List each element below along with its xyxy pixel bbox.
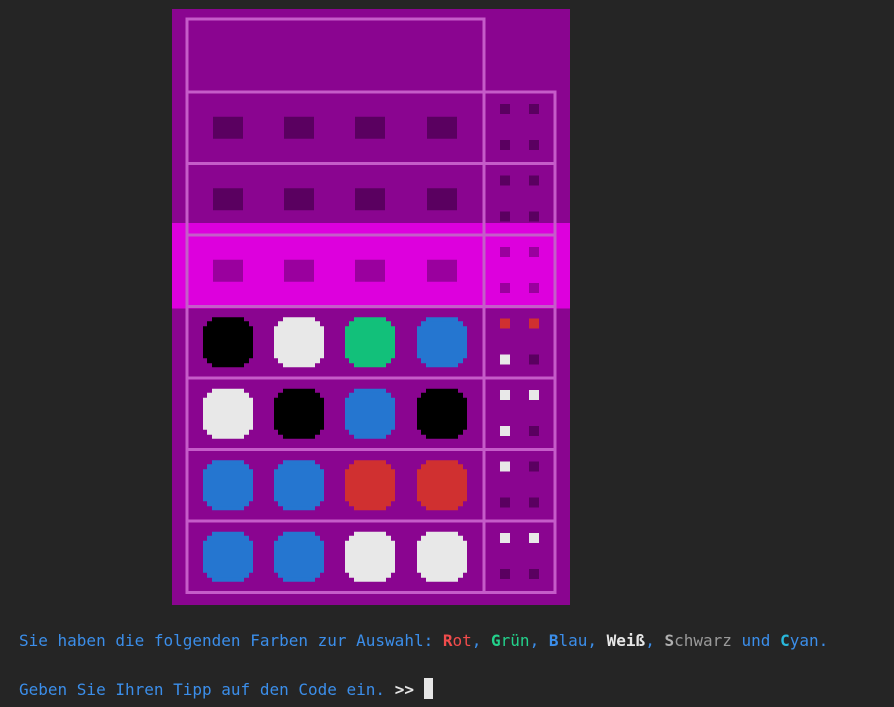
feedback-frame: [482, 448, 557, 523]
feedback-peg: [529, 461, 539, 472]
color-option-separator: ,: [529, 631, 549, 650]
color-option-initial: C: [780, 631, 790, 650]
color-option-initial: G: [491, 631, 501, 650]
feedback-peg: [529, 533, 539, 543]
code-peg: [349, 321, 391, 364]
empty-peg-hole: [213, 259, 243, 282]
empty-peg-hole: [284, 188, 314, 211]
feedback-peg: [500, 569, 510, 579]
feedback-peg: [500, 283, 510, 293]
empty-peg-hole: [355, 188, 385, 211]
feedback-peg: [500, 175, 510, 186]
code-peg: [349, 392, 391, 435]
feedback-peg: [500, 140, 510, 150]
empty-peg-hole: [355, 116, 385, 139]
code-peg: [421, 392, 463, 435]
feedback-peg: [529, 354, 539, 365]
empty-peg-hole: [427, 116, 457, 139]
feedback-peg: [500, 390, 510, 400]
feedback-peg: [500, 318, 510, 329]
feedback-frame: [482, 519, 557, 594]
feedback-peg: [500, 354, 510, 365]
code-peg: [421, 535, 463, 578]
code-peg: [278, 321, 320, 364]
empty-peg-hole: [427, 259, 457, 282]
feedback-peg: [529, 247, 539, 257]
feedback-peg: [529, 211, 539, 222]
feedback-peg: [500, 497, 510, 508]
feedback-peg: [500, 247, 510, 257]
feedback-frame: [482, 376, 557, 451]
text-cursor[interactable]: [423, 678, 433, 699]
code-peg: [349, 464, 391, 507]
color-option-initial: W: [606, 631, 617, 650]
color-option-rest: ot: [452, 631, 472, 650]
empty-peg-hole: [355, 259, 385, 282]
code-peg: [207, 392, 249, 435]
color-option-separator: ,: [645, 631, 665, 650]
code-peg: [207, 321, 249, 364]
empty-peg-hole: [213, 188, 243, 211]
feedback-frame: [482, 90, 557, 165]
color-option: Grün,: [491, 631, 549, 650]
color-option-rest: yan: [789, 631, 819, 650]
color-options-line: Sie haben die folgenden Farben zur Auswa…: [19, 631, 828, 651]
code-peg: [349, 535, 391, 578]
code-peg: [278, 464, 320, 507]
code-peg: [207, 535, 249, 578]
color-option: Weiß,: [607, 631, 665, 650]
code-peg: [421, 464, 463, 507]
feedback-peg: [500, 426, 510, 436]
feedback-peg: [500, 104, 510, 114]
color-option-rest: eiß: [616, 631, 646, 650]
empty-peg-hole: [427, 188, 457, 211]
color-option-separator: ,: [587, 631, 607, 650]
empty-peg-hole: [213, 116, 243, 139]
prompt-marker: >>: [394, 680, 414, 699]
color-options-list: Rot, Grün, Blau, Weiß, Schwarz und Cyan.: [443, 631, 828, 650]
color-option-initial: S: [664, 631, 675, 650]
feedback-peg: [500, 211, 510, 222]
empty-peg-hole: [284, 116, 314, 139]
color-option-rest: chwarz: [674, 631, 732, 650]
code-peg: [278, 392, 320, 435]
feedback-peg: [529, 497, 539, 508]
color-option-rest: lau: [558, 631, 588, 650]
color-option: Rot,: [443, 631, 491, 650]
feedback-peg: [529, 318, 539, 329]
color-option-separator: ,: [471, 631, 492, 650]
color-option: Blau,: [549, 631, 607, 650]
feedback-peg: [500, 533, 510, 543]
empty-peg-hole: [284, 259, 314, 282]
feedback-peg: [529, 390, 539, 400]
feedback-peg: [529, 140, 539, 150]
feedback-peg: [529, 104, 539, 114]
code-peg: [421, 321, 463, 364]
feedback-peg: [529, 283, 539, 293]
feedback-peg: [529, 175, 539, 186]
code-peg: [207, 464, 249, 507]
feedback-frame: [482, 305, 557, 380]
color-option-rest: rün: [500, 631, 530, 650]
color-option: Schwarz und: [664, 631, 780, 650]
color-options-prefix: Sie haben die folgenden Farben zur Auswa…: [19, 631, 443, 650]
feedback-peg: [529, 569, 539, 579]
color-option: Cyan.: [780, 631, 828, 650]
board-graphic: [172, 17, 570, 594]
color-option-separator: .: [818, 631, 829, 650]
guess-prompt-line[interactable]: Geben Sie Ihren Tipp auf den Code ein. >…: [19, 678, 433, 700]
color-option-separator: und: [731, 631, 781, 650]
code-peg: [278, 535, 320, 578]
secret-code-slot: [185, 17, 486, 94]
guess-prompt-text: Geben Sie Ihren Tipp auf den Code ein.: [19, 680, 395, 699]
feedback-peg: [500, 461, 510, 472]
feedback-peg: [529, 426, 539, 436]
